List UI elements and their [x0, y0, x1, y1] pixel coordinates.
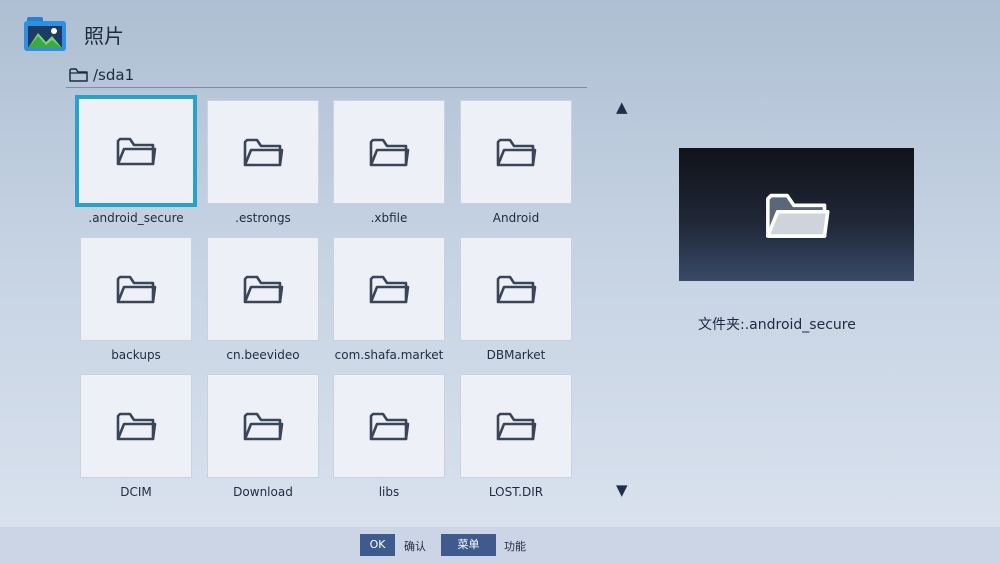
gallery-app-icon: [24, 17, 66, 51]
folder-label: Android: [492, 211, 540, 225]
folder-tile[interactable]: [460, 374, 572, 478]
folder-icon: [496, 412, 537, 441]
page-title: 照片: [84, 23, 124, 48]
preview-panel: [679, 148, 914, 281]
menu-key-button[interactable]: 菜单: [441, 534, 496, 556]
folder-tile[interactable]: [460, 237, 572, 341]
folder-tile[interactable]: [207, 100, 319, 204]
folder-icon: [243, 412, 284, 441]
folder-icon: [765, 193, 830, 238]
folder-label: LOST.DIR: [488, 485, 544, 499]
folder-icon: [369, 412, 410, 441]
folder-tile[interactable]: [80, 374, 192, 478]
folder-icon: [369, 138, 410, 167]
folder-label: DBMarket: [486, 348, 546, 362]
breadcrumb: /sda1: [66, 62, 587, 88]
folder-icon: [243, 275, 284, 304]
current-path: /sda1: [93, 65, 135, 84]
folder-tile[interactable]: [333, 374, 445, 478]
folder-outline-icon: [69, 67, 89, 83]
menu-key-description: 功能: [504, 540, 526, 553]
folder-tile[interactable]: [460, 100, 572, 204]
folder-icon: [496, 275, 537, 304]
app-header: 照片: [24, 14, 124, 54]
folder-tile[interactable]: [207, 374, 319, 478]
folder-icon: [116, 412, 157, 441]
scroll-up-arrow-icon[interactable]: ▲: [616, 98, 628, 116]
scroll-down-arrow-icon[interactable]: ▼: [616, 481, 628, 499]
ok-key-button[interactable]: OK: [360, 534, 395, 556]
folder-tile[interactable]: [333, 237, 445, 341]
folder-icon: [369, 275, 410, 304]
folder-icon: [243, 138, 284, 167]
folder-icon: [116, 137, 157, 166]
folder-icon: [116, 275, 157, 304]
folder-tile[interactable]: [80, 237, 192, 341]
preview-folder-info: 文件夹:.android_secure: [698, 317, 856, 333]
ok-key-description: 确认: [404, 540, 426, 553]
folder-tile-selected[interactable]: [75, 95, 197, 207]
folder-icon: [496, 138, 537, 167]
folder-tile[interactable]: [333, 100, 445, 204]
footer-bar: [0, 527, 1000, 563]
folder-tile[interactable]: [207, 237, 319, 341]
